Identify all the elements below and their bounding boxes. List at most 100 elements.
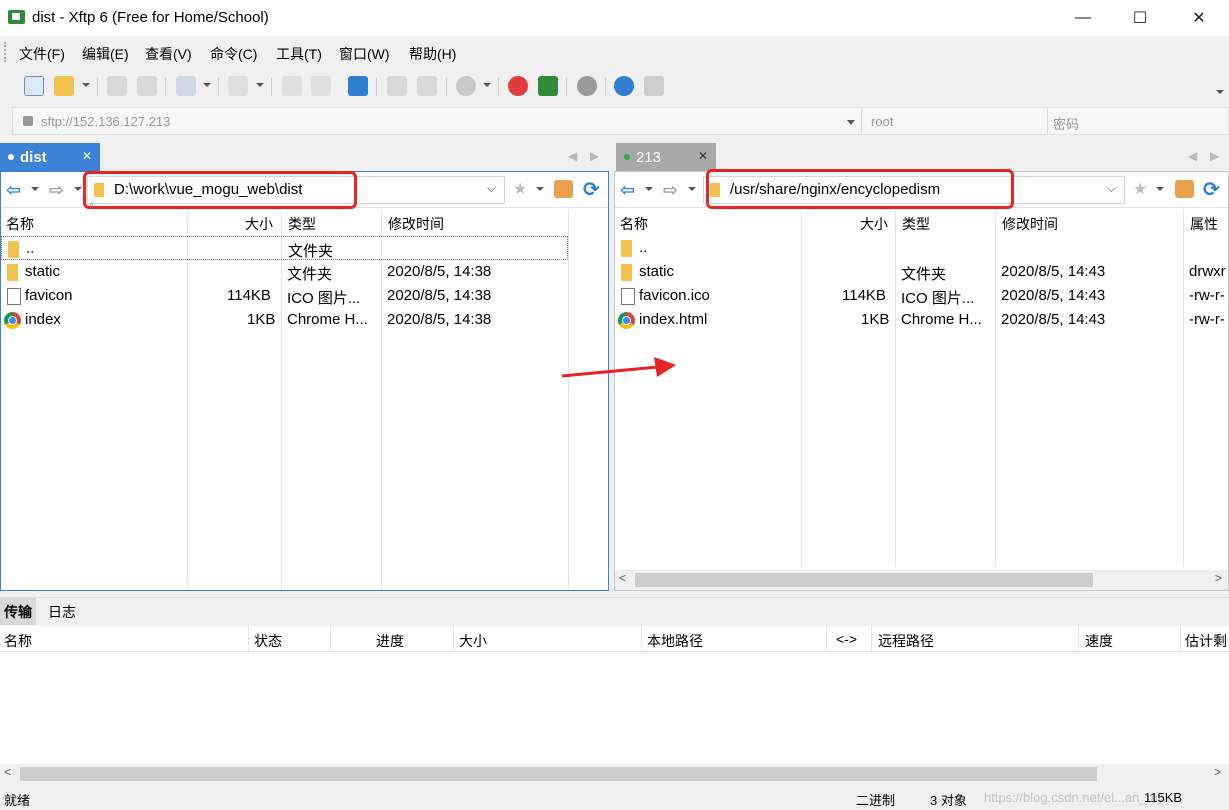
minimize-button[interactable]: — xyxy=(1060,0,1106,36)
table-row[interactable]: .. 文件夹 xyxy=(1,236,568,260)
col-local-path[interactable]: 本地路径 xyxy=(647,631,703,651)
xftp-icon[interactable] xyxy=(538,76,558,96)
forward-arrow-icon[interactable]: ⇨ xyxy=(49,180,64,201)
col-status[interactable]: 状态 xyxy=(254,631,282,651)
transfer-horizontal-scrollbar[interactable]: < > xyxy=(0,764,1229,784)
menu-view[interactable]: 查看(V) xyxy=(145,44,192,64)
remote-horizontal-scrollbar[interactable]: < > xyxy=(615,570,1228,590)
record-dropdown-icon[interactable] xyxy=(483,83,491,87)
toolbar-separator xyxy=(218,78,219,96)
local-tab-strip: dist ✕ ◀ ▶ xyxy=(0,143,609,171)
host-dropdown-icon[interactable] xyxy=(847,120,855,125)
host-input[interactable]: sftp://152.136.127.213 xyxy=(41,114,170,129)
col-name[interactable]: 名称 xyxy=(4,631,32,651)
record-icon[interactable] xyxy=(456,76,476,96)
title-bar: dist - Xftp 6 (Free for Home/School) — ☐… xyxy=(0,0,1229,36)
open-dropdown-icon[interactable] xyxy=(82,83,90,87)
path-dropdown-icon[interactable]: ⌵ xyxy=(1107,181,1116,196)
column-divider xyxy=(330,626,331,652)
tab-transfer[interactable]: 传输 xyxy=(0,598,36,625)
password-input[interactable]: 密码 xyxy=(1053,114,1079,133)
copy-icon[interactable] xyxy=(387,76,407,96)
path-dropdown-icon[interactable]: ⌵ xyxy=(487,181,496,196)
favorite-dropdown-icon[interactable] xyxy=(1156,187,1164,191)
username-input[interactable]: root xyxy=(871,114,893,129)
menu-help[interactable]: 帮助(H) xyxy=(409,44,456,64)
properties-dropdown-icon[interactable] xyxy=(203,83,211,87)
col-speed[interactable]: 速度 xyxy=(1085,631,1113,651)
scroll-right-icon[interactable]: > xyxy=(1214,765,1221,779)
open-folder-icon[interactable] xyxy=(54,76,74,96)
forward-dropdown-icon[interactable] xyxy=(688,187,696,191)
scrollbar-thumb[interactable] xyxy=(635,573,1093,587)
back-arrow-icon[interactable]: ⇦ xyxy=(6,180,21,201)
tab-next-icon[interactable]: ▶ xyxy=(590,149,599,163)
col-eta[interactable]: 估计剩 xyxy=(1185,631,1227,651)
tab-close-icon[interactable]: ✕ xyxy=(82,149,92,163)
menu-window[interactable]: 窗口(W) xyxy=(339,44,390,64)
col-direction[interactable]: <-> xyxy=(836,631,857,647)
sort-asc-icon: ^ xyxy=(705,202,710,213)
tab-log[interactable]: 日志 xyxy=(48,602,76,622)
tab-prev-icon[interactable]: ◀ xyxy=(1188,149,1197,163)
table-row[interactable]: .. xyxy=(615,236,1228,260)
home-icon[interactable] xyxy=(1175,180,1194,198)
paste-icon[interactable] xyxy=(417,76,437,96)
toolbar-overflow-icon[interactable] xyxy=(1216,90,1224,94)
table-row[interactable]: static 文件夹 2020/8/5, 14:43 drwxr xyxy=(615,260,1228,284)
xshell-icon[interactable] xyxy=(508,76,528,96)
refresh-icon[interactable]: ⟳ xyxy=(1203,177,1220,202)
scroll-left-icon[interactable]: < xyxy=(619,571,626,585)
favorite-star-icon[interactable]: ★ xyxy=(513,179,527,199)
view-icon[interactable] xyxy=(228,76,248,96)
toolbar-separator xyxy=(376,78,377,96)
close-button[interactable]: ✕ xyxy=(1176,0,1222,36)
forward-arrow-icon[interactable]: ⇨ xyxy=(663,180,678,201)
connect-icon[interactable] xyxy=(107,76,127,96)
file-type: Chrome H... xyxy=(901,311,982,328)
file-name: .. xyxy=(26,240,35,257)
tab-next-icon[interactable]: ▶ xyxy=(1210,149,1219,163)
tab-remote-213[interactable]: 213 ✕ xyxy=(616,143,716,171)
menu-tools[interactable]: 工具(T) xyxy=(276,44,322,64)
new-session-icon[interactable] xyxy=(24,76,44,96)
sync-icon[interactable] xyxy=(348,76,368,96)
address-divider xyxy=(1047,108,1048,134)
tab-local-dist[interactable]: dist ✕ xyxy=(0,143,100,171)
home-icon[interactable] xyxy=(554,180,573,198)
back-arrow-icon[interactable]: ⇦ xyxy=(620,180,635,201)
favorite-dropdown-icon[interactable] xyxy=(536,187,544,191)
back-dropdown-icon[interactable] xyxy=(31,187,39,191)
table-row[interactable]: favicon 114KB ICO 图片... 2020/8/5, 14:38 xyxy=(1,284,568,308)
refresh-icon[interactable]: ⟳ xyxy=(583,177,600,202)
menu-file[interactable]: 文件(F) xyxy=(19,44,65,64)
folder-icon xyxy=(621,240,632,257)
col-remote-path[interactable]: 远程路径 xyxy=(878,631,934,651)
tab-prev-icon[interactable]: ◀ xyxy=(568,149,577,163)
download-icon[interactable] xyxy=(311,76,331,96)
upload-icon[interactable] xyxy=(282,76,302,96)
back-dropdown-icon[interactable] xyxy=(645,187,653,191)
file-attributes: drwxr xyxy=(1189,263,1226,280)
menu-command[interactable]: 命令(C) xyxy=(210,44,257,64)
scroll-left-icon[interactable]: < xyxy=(4,765,11,779)
col-progress[interactable]: 进度 xyxy=(376,631,404,651)
properties-icon[interactable] xyxy=(176,76,196,96)
favorite-star-icon[interactable]: ★ xyxy=(1133,179,1147,199)
chat-icon[interactable] xyxy=(644,76,664,96)
table-row[interactable]: favicon.ico 114KB ICO 图片... 2020/8/5, 14… xyxy=(615,284,1228,308)
maximize-button[interactable]: ☐ xyxy=(1117,0,1163,36)
scrollbar-thumb[interactable] xyxy=(20,767,1097,781)
help-icon[interactable] xyxy=(614,76,634,96)
table-row[interactable]: index 1KB Chrome H... 2020/8/5, 14:38 xyxy=(1,308,568,332)
tab-close-icon[interactable]: ✕ xyxy=(698,149,708,163)
forward-dropdown-icon[interactable] xyxy=(74,187,82,191)
table-row[interactable]: index.html 1KB Chrome H... 2020/8/5, 14:… xyxy=(615,308,1228,332)
menu-edit[interactable]: 编辑(E) xyxy=(82,44,129,64)
col-size[interactable]: 大小 xyxy=(459,631,487,651)
disconnect-icon[interactable] xyxy=(137,76,157,96)
view-dropdown-icon[interactable] xyxy=(256,83,264,87)
table-row[interactable]: static 文件夹 2020/8/5, 14:38 xyxy=(1,260,568,284)
gear-icon[interactable] xyxy=(577,76,597,96)
scroll-right-icon[interactable]: > xyxy=(1215,571,1222,585)
